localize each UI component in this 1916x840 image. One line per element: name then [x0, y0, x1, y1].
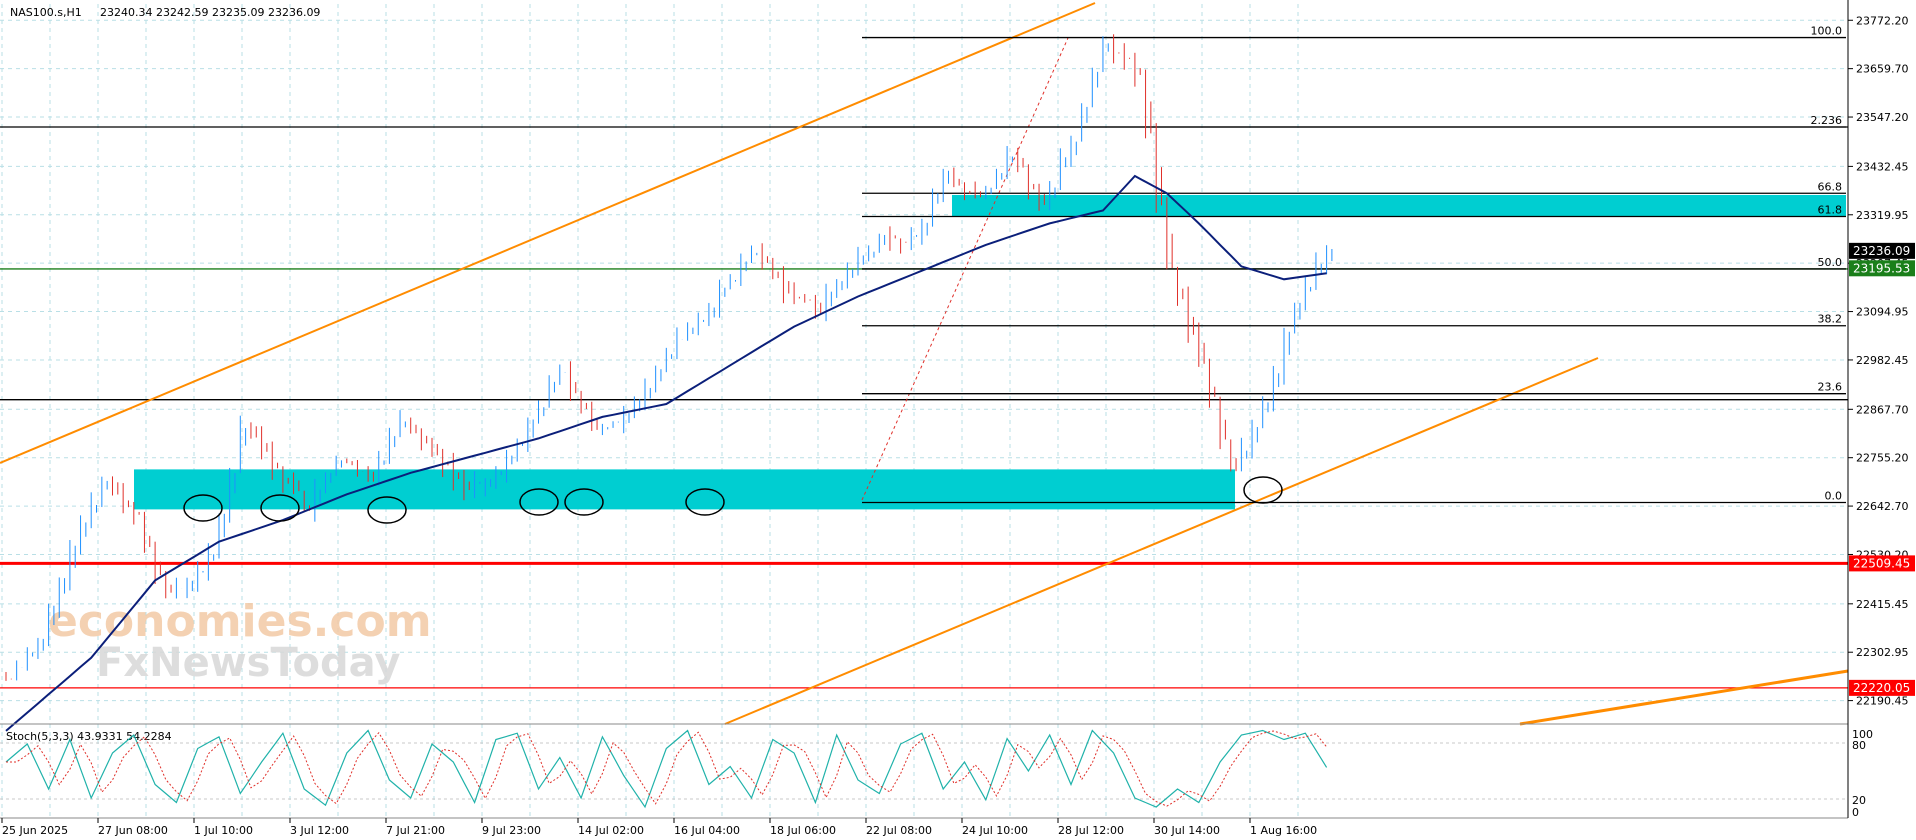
time-label-13: 1 Aug 16:00: [1250, 824, 1317, 837]
watermark-line2: FxNewsToday: [96, 640, 400, 686]
fib-label-0: 100.0: [1811, 25, 1843, 38]
fib-label-3: 61.8: [1818, 203, 1843, 216]
stoch-label: Stoch(5,3,3) 43.9331 54.2284: [6, 730, 172, 743]
fib-label-1: 2.236: [1811, 114, 1843, 127]
price-tick-label-3: 23432.45: [1856, 160, 1909, 173]
time-label-12: 30 Jul 14:00: [1154, 824, 1220, 837]
chart-symbol: NAS100.s,H1: [10, 6, 82, 19]
time-label-9: 22 Jul 08:00: [866, 824, 932, 837]
price-tick-label-14: 22190.45: [1856, 695, 1909, 708]
price-tick-label-7: 22982.45: [1856, 354, 1909, 367]
stoch-level-80: 80: [1852, 739, 1866, 752]
time-label-10: 24 Jul 10:00: [962, 824, 1028, 837]
time-label-3: 3 Jul 12:00: [290, 824, 349, 837]
price-tag-3: 22220.05: [1853, 681, 1910, 695]
stoch-level-0: 0: [1852, 806, 1859, 819]
price-tick-label-4: 23319.95: [1856, 209, 1909, 222]
fib-label-4: 50.0: [1818, 256, 1843, 269]
fib-label-2: 66.8: [1818, 180, 1843, 193]
price-tick-label-12: 22415.45: [1856, 598, 1909, 611]
time-label-5: 9 Jul 23:00: [482, 824, 541, 837]
fib-label-5: 38.2: [1818, 313, 1843, 326]
time-label-4: 7 Jul 21:00: [386, 824, 445, 837]
price-tick-label-6: 23094.95: [1856, 306, 1909, 319]
price-tick-label-10: 22642.70: [1856, 500, 1909, 513]
time-label-8: 18 Jul 06:00: [770, 824, 836, 837]
resistance-zone-upper: [952, 194, 1846, 217]
chart-background: [0, 0, 1916, 840]
price-tick-label-13: 22302.95: [1856, 646, 1909, 659]
price-tag-0: 23236.09: [1853, 244, 1910, 258]
price-tick-label-8: 22867.70: [1856, 403, 1909, 416]
price-tick-label-9: 22755.20: [1856, 452, 1909, 465]
time-label-6: 14 Jul 02:00: [578, 824, 644, 837]
time-label-0: 25 Jun 2025: [2, 824, 68, 837]
chart-ohlc: 23240.34 23242.59 23235.09 23236.09: [100, 6, 320, 19]
price-tag-1: 23195.53: [1853, 261, 1910, 275]
time-label-1: 27 Jun 08:00: [98, 824, 168, 837]
time-label-7: 16 Jul 04:00: [674, 824, 740, 837]
price-tick-label-0: 23772.20: [1856, 14, 1909, 27]
price-tick-label-1: 23659.70: [1856, 63, 1909, 76]
price-tick-label-2: 23547.20: [1856, 111, 1909, 124]
fib-label-7: 0.0: [1825, 490, 1843, 503]
price-chart[interactable]: 100.02.23666.861.850.038.223.60.0 econom…: [0, 0, 1916, 840]
time-label-11: 28 Jul 12:00: [1058, 824, 1124, 837]
price-tag-2: 22509.45: [1853, 556, 1910, 570]
fib-label-6: 23.6: [1818, 381, 1843, 394]
time-label-2: 1 Jul 10:00: [194, 824, 253, 837]
